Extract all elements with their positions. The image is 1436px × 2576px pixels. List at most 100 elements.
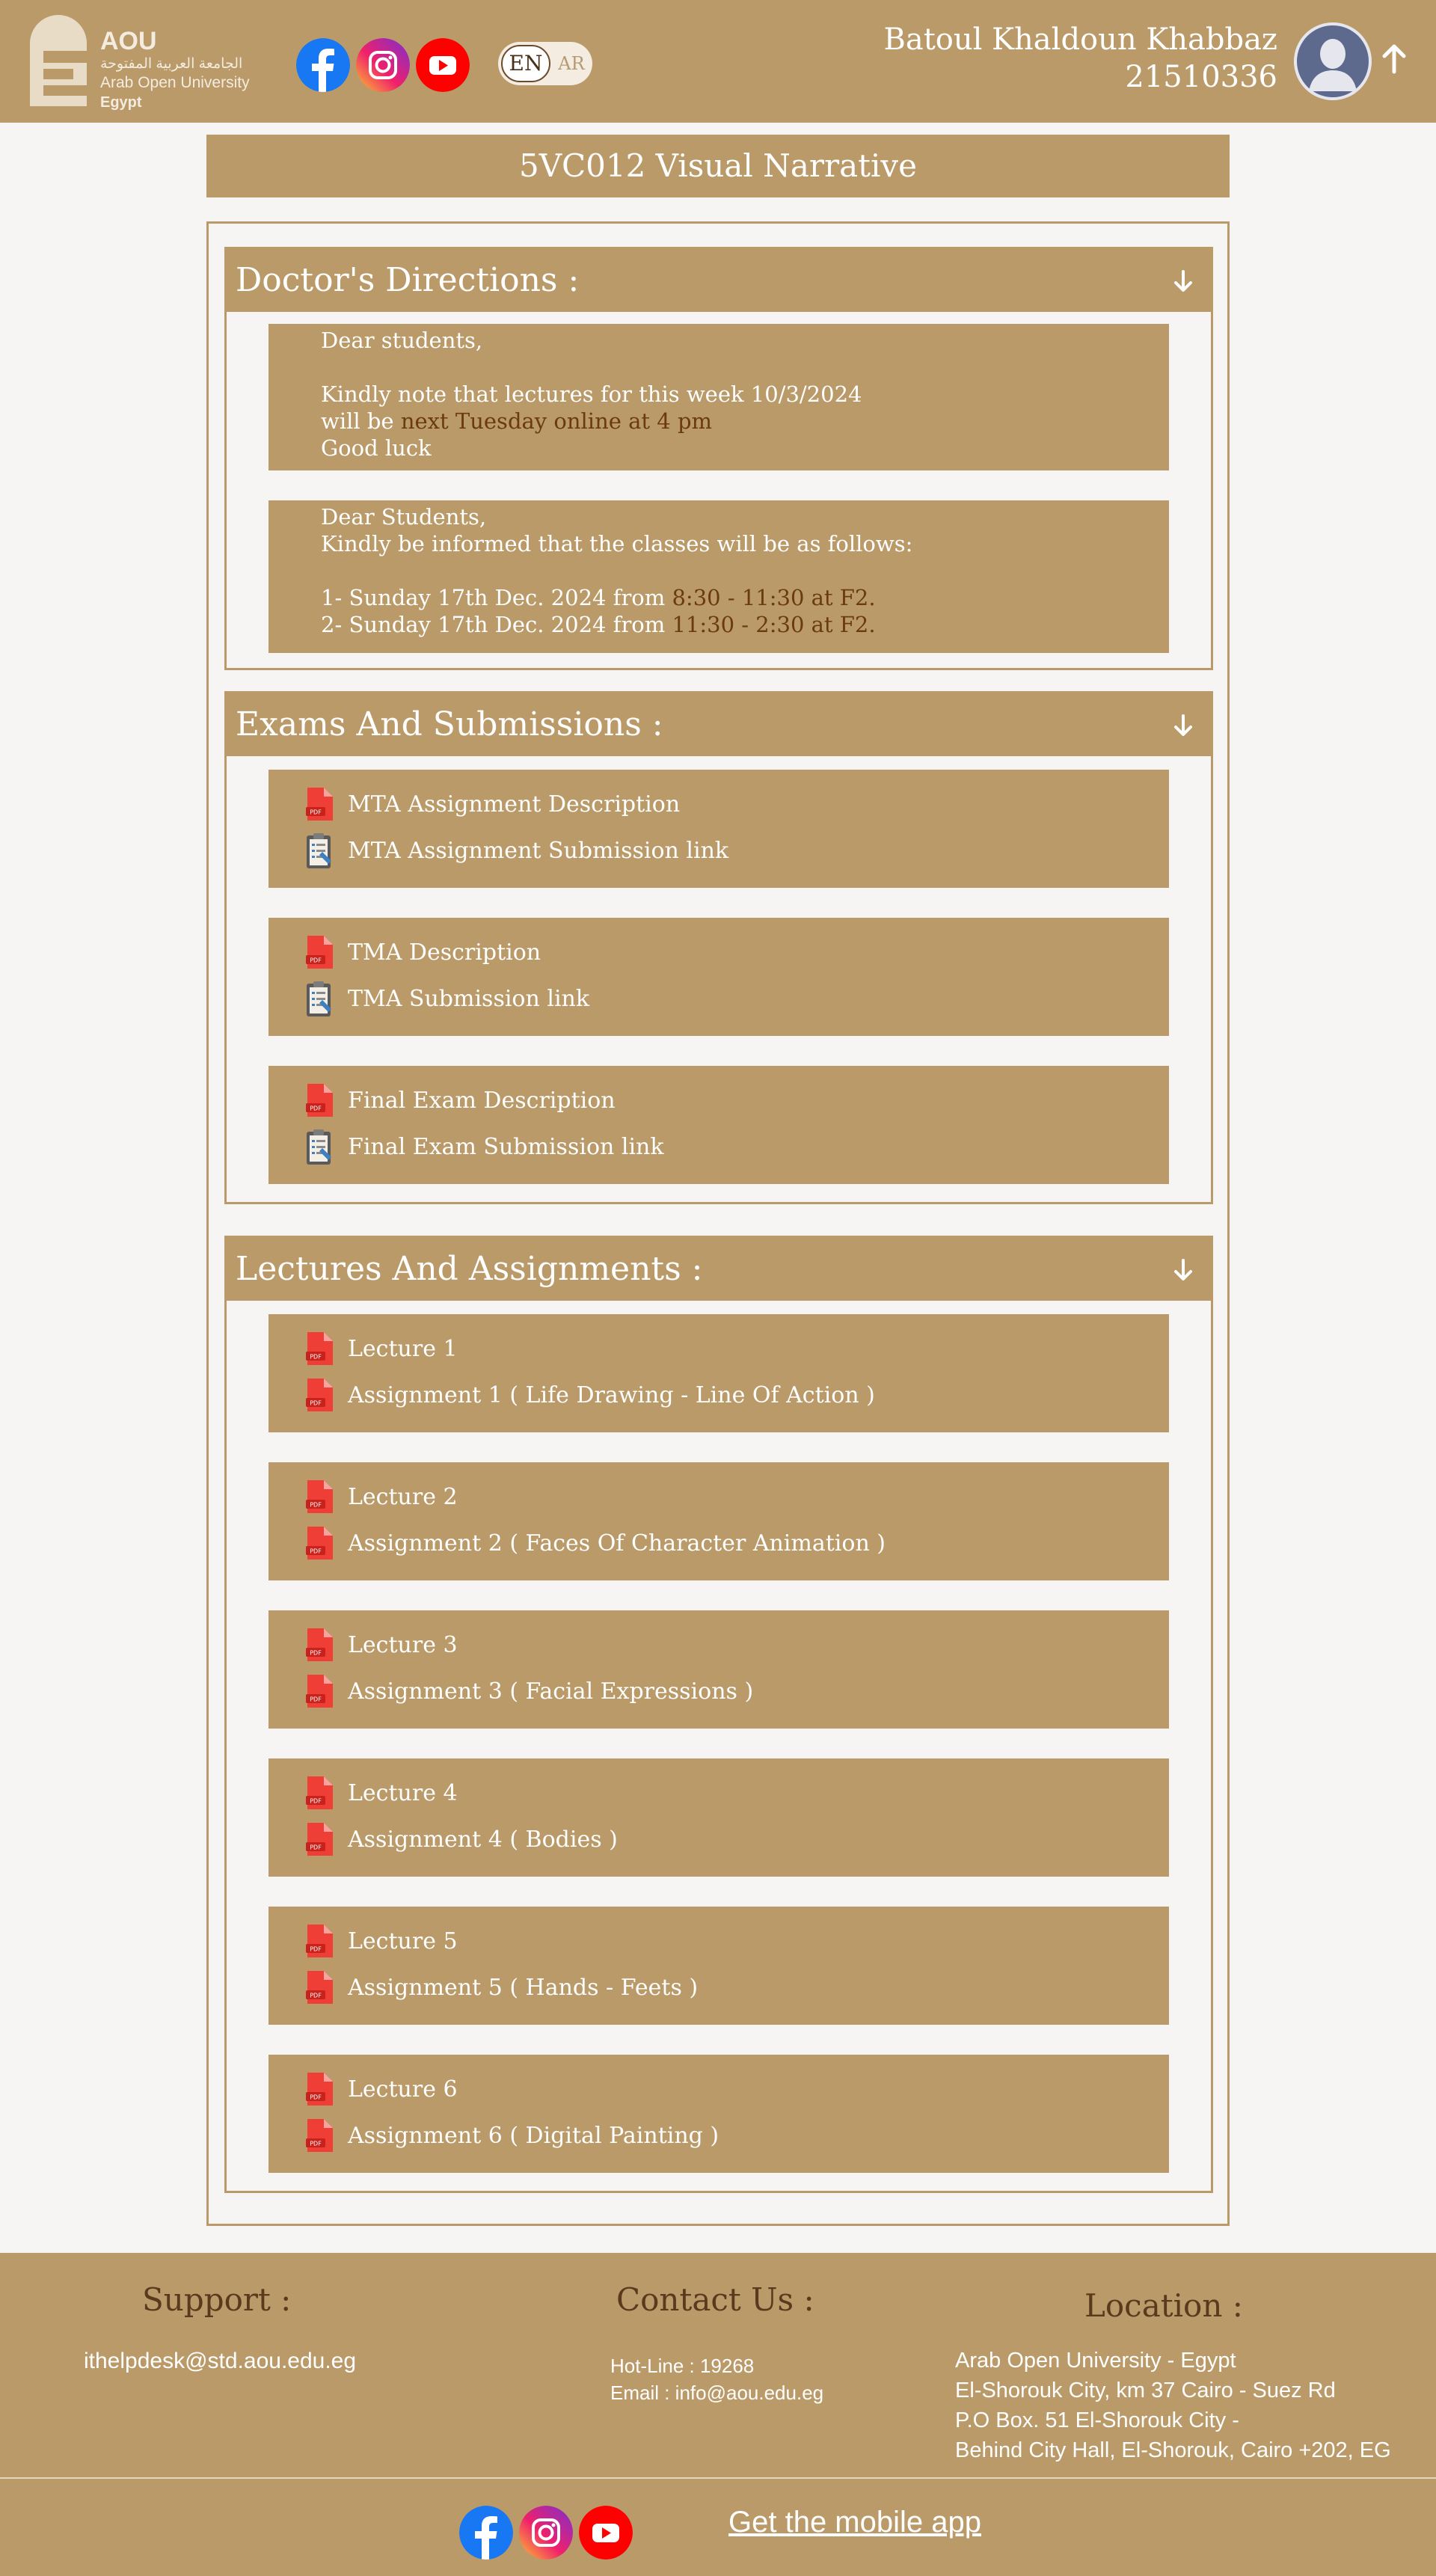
language-toggle[interactable]: EN AR bbox=[498, 42, 592, 85]
section-title: Doctor's Directions : bbox=[236, 261, 580, 299]
arrow-up-icon[interactable] bbox=[1381, 42, 1408, 75]
assignment-link-row[interactable]: PDF Assignment 5 ( Hands - Feets ) bbox=[303, 1966, 698, 2008]
link-label[interactable]: MTA Assignment Description bbox=[348, 791, 680, 818]
directions-header[interactable]: Doctor's Directions : bbox=[227, 249, 1211, 312]
facebook-icon[interactable] bbox=[459, 2506, 513, 2560]
lecture-link-row[interactable]: PDF Lecture 6 bbox=[303, 2068, 458, 2110]
support-title: Support : bbox=[142, 2281, 292, 2318]
clipboard-icon bbox=[307, 833, 331, 868]
svg-text:PDF: PDF bbox=[310, 1844, 322, 1851]
link-label[interactable]: Lecture 2 bbox=[348, 1484, 458, 1510]
link-label[interactable]: Lecture 5 bbox=[348, 1928, 458, 1954]
directions-section: Doctor's Directions : Dear students, Kin… bbox=[224, 247, 1213, 670]
facebook-icon[interactable] bbox=[296, 38, 350, 92]
aou-logo[interactable]: AOU الجامعة العربية المفتوحة Arab Open U… bbox=[25, 10, 272, 112]
support-email[interactable]: ithelpdesk@std.aou.edu.eg bbox=[84, 2349, 356, 2374]
ann-text: 2- Sunday 17th Dec. 2024 from bbox=[321, 612, 672, 637]
submission-link-row[interactable]: TMA Submission link bbox=[303, 978, 589, 1019]
footer-divider bbox=[0, 2477, 1436, 2479]
pdf-link-row[interactable]: PDF MTA Assignment Description bbox=[303, 783, 680, 825]
location-title: Location : bbox=[1084, 2287, 1243, 2324]
address-line: Behind City Hall, El-Shorouk, Cairo +202… bbox=[955, 2438, 1391, 2462]
ann-highlight: 11:30 - 2:30 at F2. bbox=[672, 612, 876, 637]
pdf-icon: PDF bbox=[306, 1628, 333, 1661]
link-label[interactable]: Final Exam Submission link bbox=[348, 1134, 664, 1160]
contact-email[interactable]: Email : info@aou.edu.eg bbox=[610, 2382, 823, 2405]
assignment-link-row[interactable]: PDF Assignment 4 ( Bodies ) bbox=[303, 1818, 618, 1860]
mobile-app-link[interactable]: Get the mobile app bbox=[728, 2506, 981, 2539]
lecture-card: PDF Lecture 4 PDF Assignment 4 ( Bodies … bbox=[269, 1758, 1169, 1877]
lecture-link-row[interactable]: PDF Lecture 2 bbox=[303, 1476, 458, 1518]
link-label[interactable]: Assignment 2 ( Faces Of Character Animat… bbox=[348, 1530, 886, 1557]
instagram-icon[interactable] bbox=[519, 2506, 573, 2560]
svg-text:PDF: PDF bbox=[310, 1993, 322, 1999]
link-label[interactable]: Assignment 5 ( Hands - Feets ) bbox=[348, 1975, 698, 2001]
link-label[interactable]: Lecture 4 bbox=[348, 1780, 458, 1806]
course-title: 5VC012 Visual Narrative bbox=[206, 135, 1230, 197]
svg-text:PDF: PDF bbox=[310, 1400, 322, 1407]
ann-line: Dear students, bbox=[321, 328, 483, 353]
lecture-card: PDF Lecture 1 PDF Assignment 1 ( Life Dr… bbox=[269, 1314, 1169, 1432]
link-label[interactable]: TMA Submission link bbox=[348, 986, 589, 1012]
address-line: El-Shorouk City, km 37 Cairo - Suez Rd bbox=[955, 2379, 1336, 2402]
footer: Support : ithelpdesk@std.aou.edu.eg Cont… bbox=[0, 2253, 1436, 2576]
link-label[interactable]: MTA Assignment Submission link bbox=[348, 838, 728, 864]
link-label[interactable]: Lecture 6 bbox=[348, 2076, 458, 2103]
assignment-link-row[interactable]: PDF Assignment 6 ( Digital Painting ) bbox=[303, 2115, 719, 2156]
link-label[interactable]: Assignment 3 ( Facial Expressions ) bbox=[348, 1678, 753, 1705]
lecture-card: PDF Lecture 6 PDF Assignment 6 ( Digital… bbox=[269, 2055, 1169, 2173]
announcement-card: Dear students, Kindly note that lectures… bbox=[269, 324, 1169, 470]
pdf-icon: PDF bbox=[306, 788, 333, 821]
pdf-link-row[interactable]: PDF TMA Description bbox=[303, 931, 541, 973]
address-line: Arab Open University - Egypt bbox=[955, 2349, 1236, 2373]
assignment-link-row[interactable]: PDF Assignment 3 ( Facial Expressions ) bbox=[303, 1670, 753, 1712]
svg-text:PDF: PDF bbox=[310, 957, 322, 964]
lectures-header[interactable]: Lectures And Assignments : bbox=[227, 1238, 1211, 1301]
ann-line: 1- Sunday 17th Dec. 2024 from 8:30 - 11:… bbox=[321, 584, 1169, 611]
arrow-down-icon[interactable] bbox=[1170, 713, 1196, 738]
lecture-link-row[interactable]: PDF Lecture 3 bbox=[303, 1624, 458, 1666]
link-label[interactable]: Assignment 1 ( Life Drawing - Line Of Ac… bbox=[348, 1382, 875, 1408]
link-label[interactable]: Lecture 1 bbox=[348, 1336, 458, 1362]
link-label[interactable]: Final Exam Description bbox=[348, 1088, 616, 1114]
arrow-down-icon[interactable] bbox=[1170, 269, 1196, 294]
youtube-icon[interactable] bbox=[416, 38, 470, 92]
assignment-link-row[interactable]: PDF Assignment 1 ( Life Drawing - Line O… bbox=[303, 1374, 875, 1416]
announcement-text: Dear students, Kindly note that lectures… bbox=[269, 327, 1169, 461]
pdf-link-row[interactable]: PDF Final Exam Description bbox=[303, 1079, 616, 1121]
link-label[interactable]: Lecture 3 bbox=[348, 1632, 458, 1658]
submission-link-row[interactable]: Final Exam Submission link bbox=[303, 1126, 664, 1168]
lecture-link-row[interactable]: PDF Lecture 4 bbox=[303, 1772, 458, 1814]
link-label[interactable]: Assignment 6 ( Digital Painting ) bbox=[348, 2123, 719, 2149]
logo-text: AOU الجامعة العربية المفتوحة Arab Open U… bbox=[100, 27, 250, 112]
pdf-icon: PDF bbox=[306, 1823, 333, 1856]
pdf-icon: PDF bbox=[306, 1675, 333, 1708]
lecture-link-row[interactable]: PDF Lecture 1 bbox=[303, 1328, 458, 1370]
svg-text:PDF: PDF bbox=[310, 809, 322, 816]
ann-line: Good luck bbox=[321, 435, 432, 461]
link-label[interactable]: TMA Description bbox=[348, 939, 541, 966]
svg-text:PDF: PDF bbox=[310, 2141, 322, 2147]
lecture-card: PDF Lecture 5 PDF Assignment 5 ( Hands -… bbox=[269, 1907, 1169, 2025]
avatar[interactable] bbox=[1294, 22, 1372, 100]
lang-en-button[interactable]: EN bbox=[501, 45, 550, 82]
svg-text:PDF: PDF bbox=[310, 2094, 322, 2101]
lecture-link-row[interactable]: PDF Lecture 5 bbox=[303, 1920, 458, 1962]
pdf-icon: PDF bbox=[306, 936, 333, 969]
submission-link-row[interactable]: MTA Assignment Submission link bbox=[303, 829, 728, 871]
exams-section: Exams And Submissions : PDF MTA Assignme… bbox=[224, 691, 1213, 1204]
assignment-link-row[interactable]: PDF Assignment 2 ( Faces Of Character An… bbox=[303, 1522, 886, 1564]
svg-text:PDF: PDF bbox=[310, 1502, 322, 1509]
pdf-icon: PDF bbox=[306, 1971, 333, 2004]
lang-ar-button[interactable]: AR bbox=[553, 45, 589, 82]
arrow-down-icon[interactable] bbox=[1170, 1257, 1196, 1283]
instagram-icon[interactable] bbox=[356, 38, 410, 92]
youtube-icon[interactable] bbox=[579, 2506, 633, 2560]
user-name: Batoul Khaldoun Khabbaz bbox=[883, 22, 1277, 57]
ann-line: Kindly note that lectures for this week … bbox=[321, 381, 862, 407]
exams-header[interactable]: Exams And Submissions : bbox=[227, 693, 1211, 756]
svg-text:PDF: PDF bbox=[310, 1105, 322, 1112]
link-label[interactable]: Assignment 4 ( Bodies ) bbox=[348, 1827, 618, 1853]
pdf-icon: PDF bbox=[306, 1776, 333, 1809]
exam-card: PDF MTA Assignment Description MTA Assig… bbox=[269, 770, 1169, 888]
